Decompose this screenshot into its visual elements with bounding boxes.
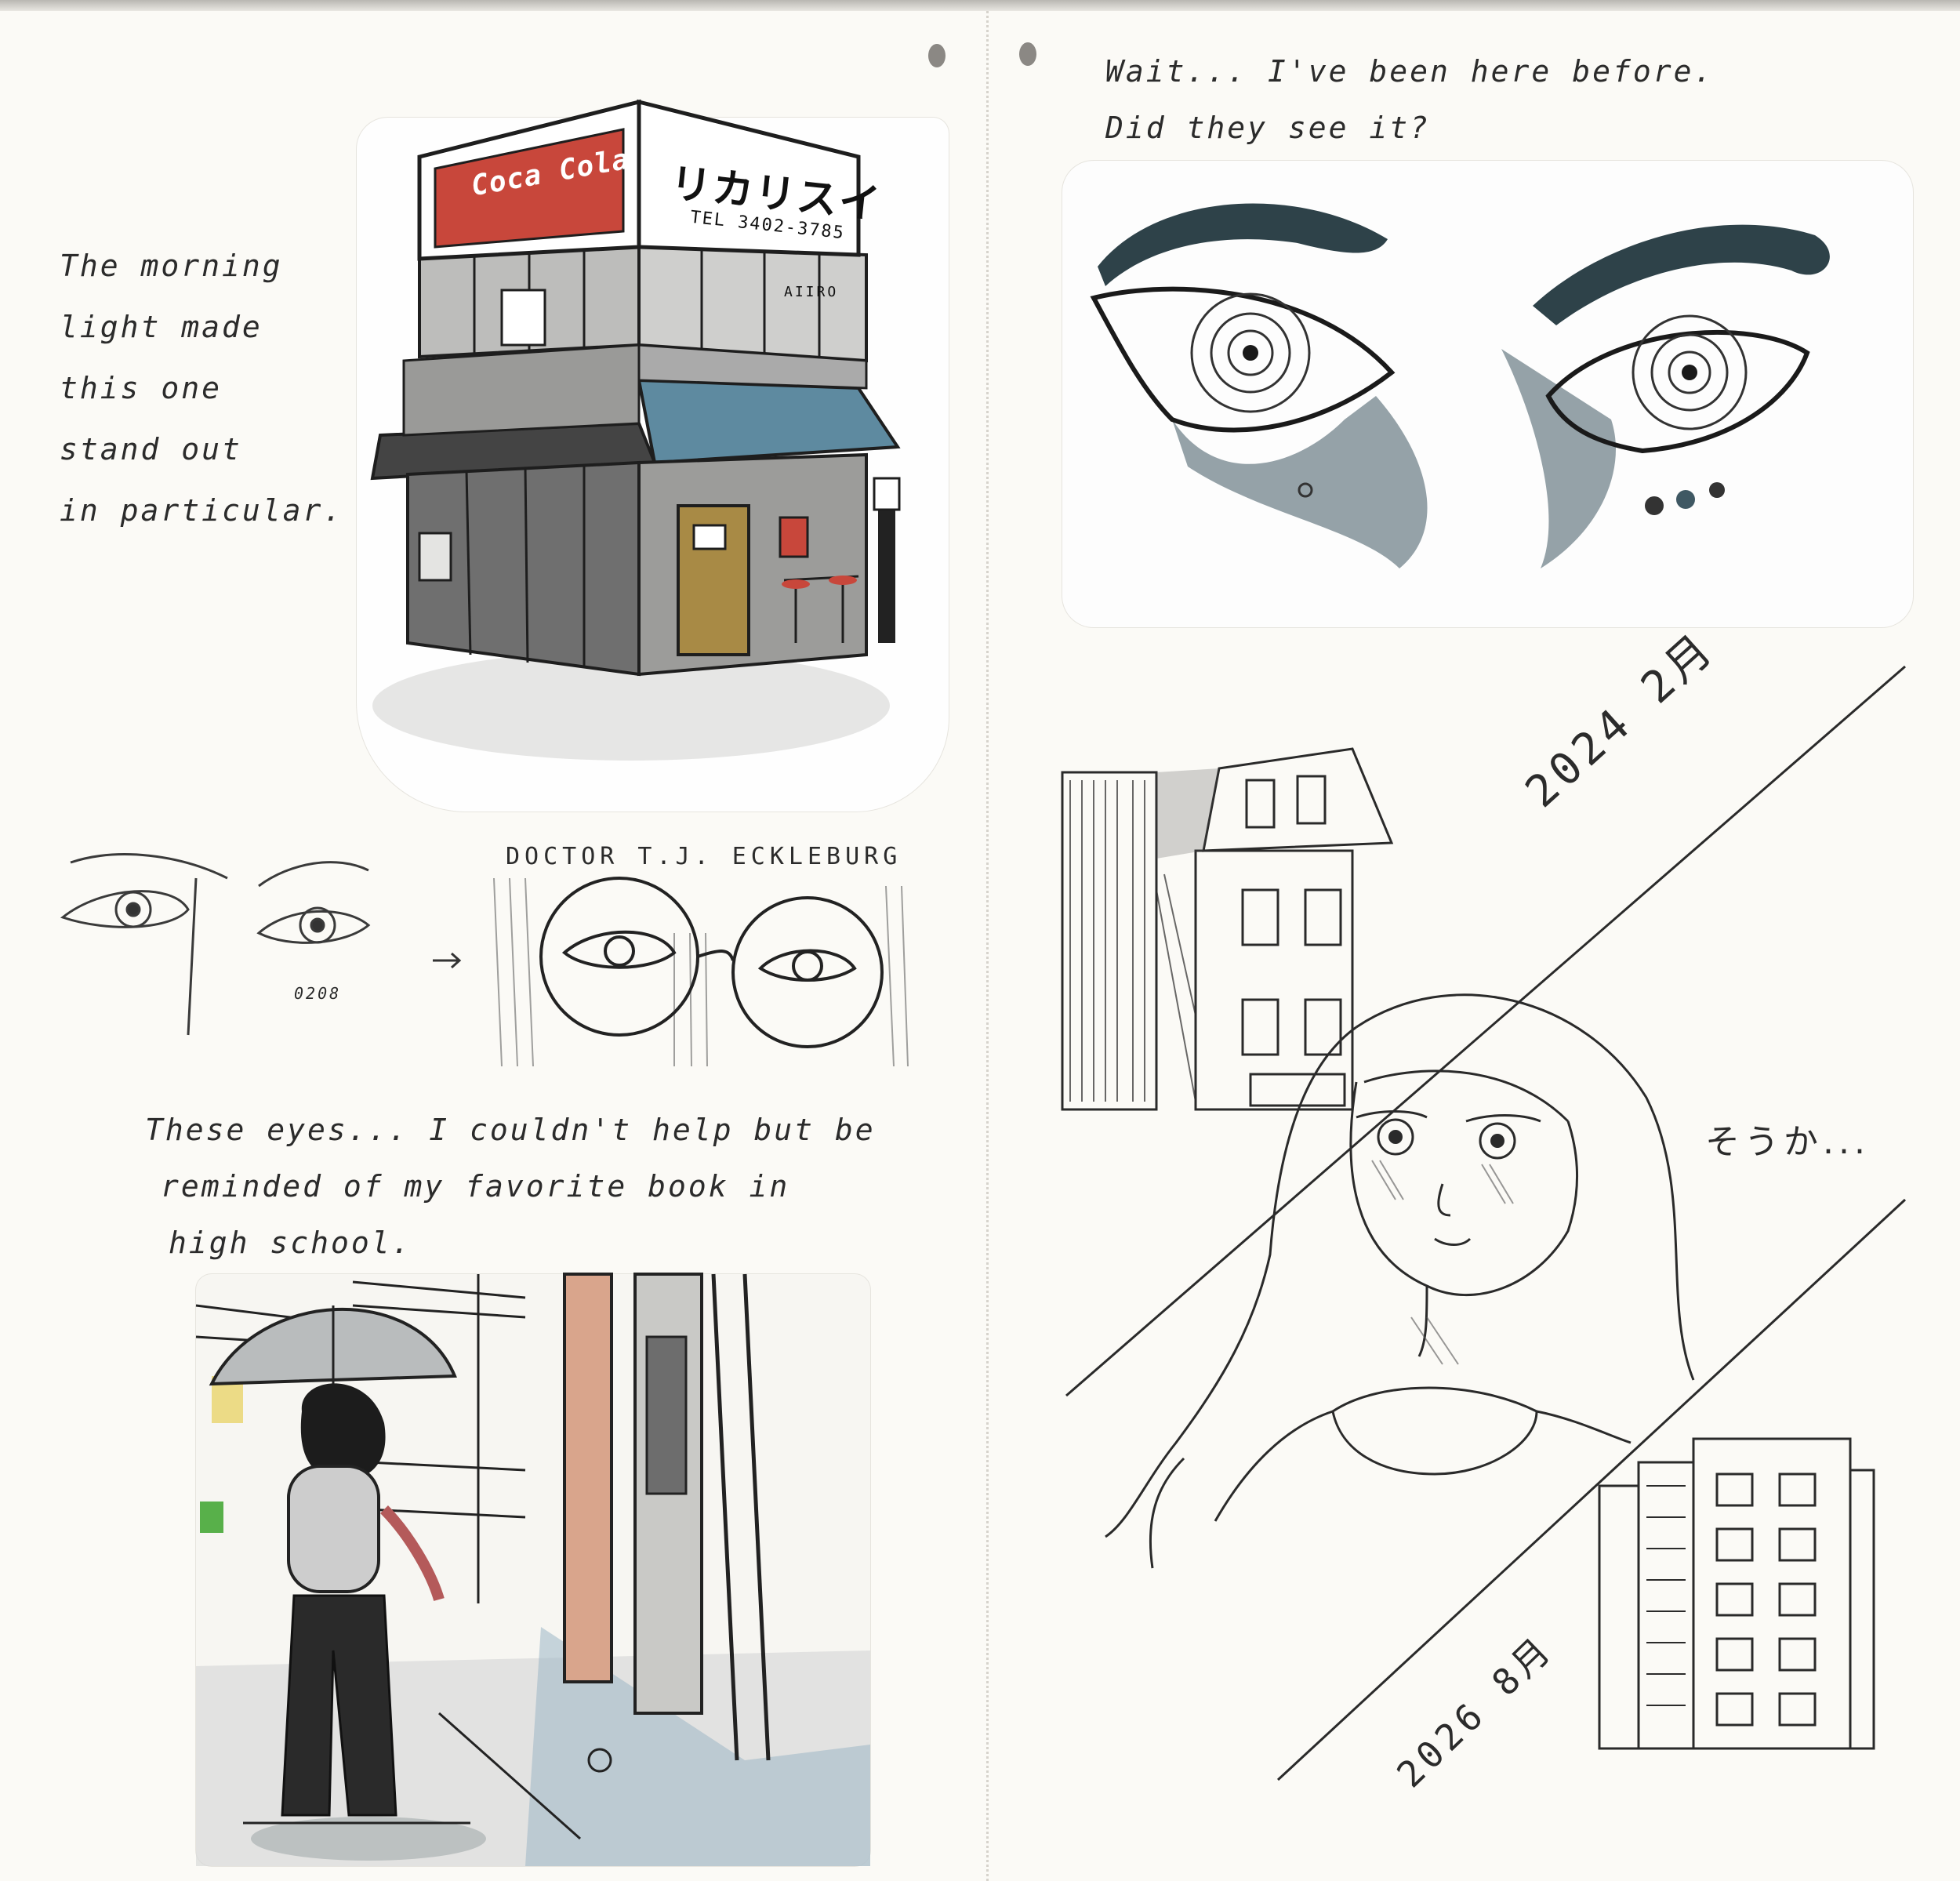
caption-these-eyes: These eyes... I couldn't help but be rem… xyxy=(145,1102,876,1271)
caption-line: this one xyxy=(60,371,223,405)
binding-spine xyxy=(986,11,989,1881)
caption-been-here: Wait... I've been here before. Did they … xyxy=(1105,43,1714,156)
watercolor-eyes-illustration xyxy=(1090,203,1830,568)
pencil-eyes-sketch xyxy=(60,853,371,1036)
caption-line: These eyes... I couldn't help but be xyxy=(145,1113,876,1147)
apartment-sketch xyxy=(1598,1437,1875,1750)
eckleburg-glasses-sketch xyxy=(493,877,909,1067)
binding-hole-right xyxy=(1019,42,1036,66)
caption-line: Did they see it? xyxy=(1105,111,1431,145)
eckleburg-label: DOCTOR T.J. ECKLEBURG xyxy=(506,843,902,870)
caption-line: light made xyxy=(60,310,263,344)
binding-hole-left xyxy=(928,44,946,67)
banner-small-text: AIIRO xyxy=(784,284,839,300)
caption-line: Wait... I've been here before. xyxy=(1105,54,1715,89)
caption-line: reminded of my favorite book in xyxy=(161,1169,790,1204)
caption-morning-light: The morning light made this one stand ou… xyxy=(60,235,343,541)
caption-line: high school. xyxy=(169,1226,412,1260)
eyes-small-mark: 0208 xyxy=(294,984,342,1003)
exclaim-souka: そうか... xyxy=(1705,1122,1870,1162)
caption-line: The morning xyxy=(60,249,283,283)
caption-line: stand out xyxy=(60,432,242,467)
arrow-right-icon xyxy=(433,952,462,969)
scan-edge xyxy=(0,0,1960,11)
sketchbook-spread: The morning light made this one stand ou… xyxy=(0,0,1960,1881)
umbrella-walker-illustration xyxy=(195,1273,870,1866)
caption-line: in particular. xyxy=(60,493,344,528)
